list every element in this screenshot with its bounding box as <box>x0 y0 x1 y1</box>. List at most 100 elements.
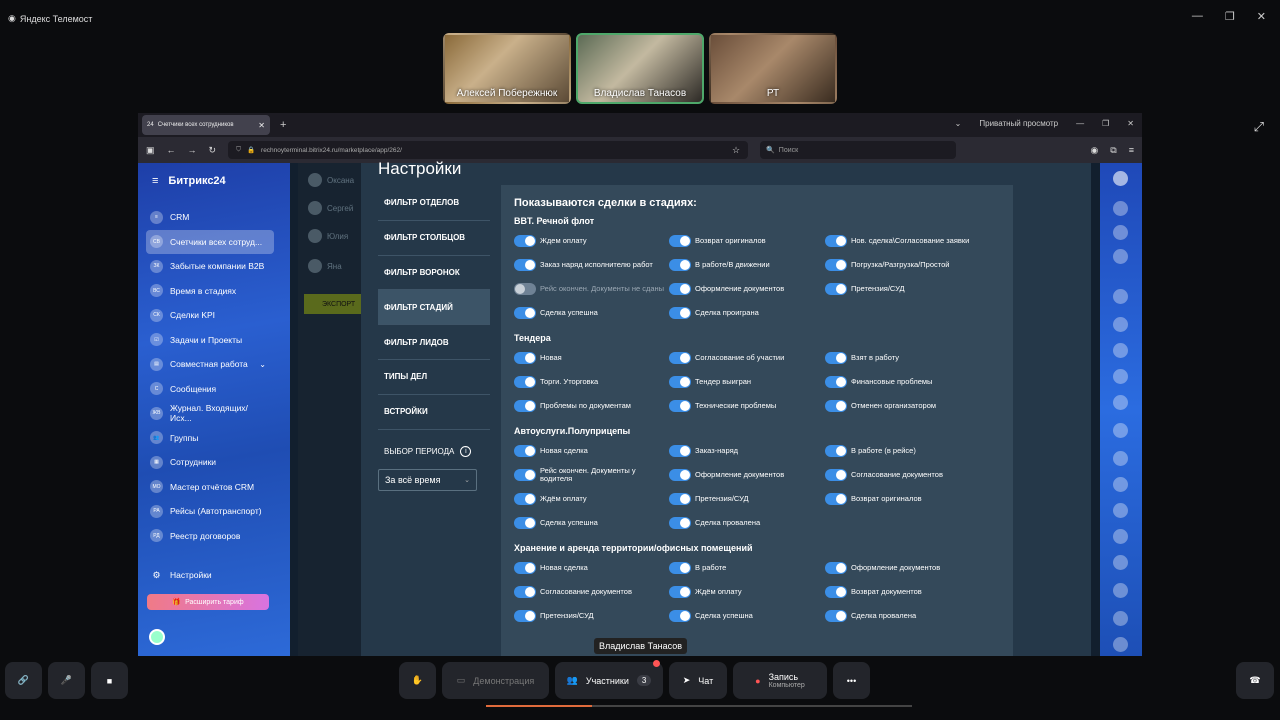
reload-icon[interactable]: ↻ <box>209 145 217 156</box>
stage-toggle[interactable] <box>825 235 847 247</box>
participant-tile[interactable]: Алексей Побережнюк <box>443 33 571 104</box>
stage-toggle[interactable] <box>514 445 536 457</box>
restore-icon[interactable]: ❐ <box>1102 119 1109 128</box>
settings-menu-item[interactable]: ВСТРОЙКИ <box>378 395 490 430</box>
info-icon[interactable]: i <box>460 446 472 457</box>
minimize-icon[interactable]: — <box>1076 119 1084 128</box>
hangup-button[interactable]: ☎ <box>1236 662 1274 699</box>
stage-toggle[interactable] <box>825 445 847 457</box>
avatar[interactable] <box>149 629 165 645</box>
close-tab-icon[interactable]: ✕ <box>258 121 265 130</box>
fullscreen-icon[interactable]: ⤢ <box>1254 119 1264 135</box>
stage-toggle[interactable] <box>514 469 536 481</box>
stage-toggle[interactable] <box>669 259 691 271</box>
settings-menu-item[interactable]: ФИЛЬТР СТОЛБЦОВ <box>378 221 490 256</box>
stage-toggle[interactable] <box>514 352 536 364</box>
sidebar-item[interactable]: РД Реестр договоров <box>138 524 274 549</box>
participant-tile-active[interactable]: Владислав Танасов <box>576 33 704 104</box>
sidebar-item[interactable]: ☑ Задачи и Проекты <box>138 328 274 353</box>
stage-toggle[interactable] <box>514 517 536 529</box>
contact-icon[interactable] <box>1113 503 1128 518</box>
stage-toggle[interactable] <box>514 235 536 247</box>
participants-button[interactable]: 👥 Участники 3 <box>555 660 663 699</box>
contact-icon[interactable] <box>1113 395 1128 410</box>
stage-toggle[interactable] <box>669 586 691 598</box>
stage-toggle[interactable] <box>825 283 847 295</box>
stage-toggle[interactable] <box>825 469 847 481</box>
stage-toggle[interactable] <box>514 307 536 319</box>
stage-toggle[interactable] <box>825 400 847 412</box>
stage-toggle[interactable] <box>669 283 691 295</box>
stage-toggle[interactable] <box>825 562 847 574</box>
sidebar-toggle-icon[interactable]: ▣ <box>146 145 155 156</box>
raise-hand-button[interactable]: ✋ <box>399 662 436 699</box>
sidebar-item[interactable]: ≡ CRM <box>138 205 274 230</box>
contact-icon[interactable] <box>1113 555 1128 570</box>
contact-icon[interactable] <box>1113 611 1128 626</box>
sidebar-item[interactable]: МО Мастер отчётов CRM <box>138 475 274 500</box>
stage-toggle[interactable] <box>669 445 691 457</box>
stage-toggle[interactable] <box>825 610 847 622</box>
sidebar-item[interactable]: ЗК Забытые компании B2B <box>138 254 274 279</box>
sidebar-item[interactable]: ▤ Совместная работа ⌄ <box>138 352 274 377</box>
settings-menu-item[interactable]: ФИЛЬТР ОТДЕЛОВ <box>378 186 490 221</box>
record-button[interactable]: ● Запись Компьютер <box>733 662 827 699</box>
contact-icon[interactable] <box>1113 637 1128 652</box>
stage-toggle[interactable] <box>669 493 691 505</box>
stage-toggle[interactable] <box>825 493 847 505</box>
stage-toggle[interactable] <box>514 493 536 505</box>
sidebar-item[interactable]: ВС Время в стадиях <box>138 279 274 304</box>
sidebar-item-settings[interactable]: ⚙ Настройки <box>138 563 220 588</box>
menu-icon[interactable]: ≡ <box>1129 145 1134 155</box>
restore-icon[interactable]: ❐ <box>1225 10 1235 23</box>
stage-toggle[interactable] <box>514 400 536 412</box>
contact-icon[interactable] <box>1113 477 1128 492</box>
contact-icon[interactable] <box>1113 343 1128 358</box>
more-button[interactable]: ••• <box>833 662 870 699</box>
contact-icon[interactable] <box>1113 583 1128 598</box>
stage-toggle[interactable] <box>514 610 536 622</box>
contact-icon[interactable] <box>1113 529 1128 544</box>
sidebar-item[interactable]: СВ Счетчики всех сотруд... <box>146 229 274 254</box>
list-tabs-icon[interactable]: ⌄ <box>955 119 962 128</box>
stage-toggle[interactable] <box>825 259 847 271</box>
profile-icon[interactable] <box>1113 171 1128 186</box>
camera-button[interactable]: ■ <box>91 662 128 699</box>
close-icon[interactable]: ✕ <box>1127 119 1134 128</box>
contact-icon[interactable] <box>1113 369 1128 384</box>
bookmark-star-icon[interactable]: ☆ <box>732 145 740 156</box>
sidebar-item[interactable]: СК Сделки KPI <box>138 303 274 328</box>
back-icon[interactable]: ← <box>167 145 176 155</box>
stage-toggle[interactable] <box>825 352 847 364</box>
stage-toggle[interactable] <box>669 610 691 622</box>
stage-toggle[interactable] <box>669 400 691 412</box>
stage-toggle[interactable] <box>669 517 691 529</box>
browser-tab[interactable]: 24 Счетчики всех сотрудников ✕ <box>142 115 270 135</box>
stage-toggle[interactable] <box>825 376 847 388</box>
demo-button[interactable]: ▭ Демонстрация <box>442 662 549 699</box>
extensions-icon[interactable]: ⧉ <box>1110 145 1116 156</box>
period-select[interactable]: За всё время ⌄ <box>378 469 477 491</box>
sidebar-item[interactable]: РА Рейсы (Автотранспорт) <box>138 499 274 524</box>
stage-toggle[interactable] <box>669 562 691 574</box>
sidebar-item[interactable]: 👥 Группы <box>138 426 274 451</box>
stage-toggle[interactable] <box>669 235 691 247</box>
sidebar-item[interactable]: С Сообщения <box>138 377 274 402</box>
upgrade-button[interactable]: 🎁 Расширить тариф <box>147 594 269 610</box>
settings-menu-item[interactable]: ТИПЫ ДЕЛ <box>378 360 490 395</box>
settings-menu-item[interactable]: ФИЛЬТР СТАДИЙ <box>378 290 490 326</box>
participant-tile[interactable]: РТ <box>709 33 837 104</box>
search-icon[interactable] <box>1113 249 1128 264</box>
settings-menu-item[interactable]: ФИЛЬТР ВОРОНОК <box>378 256 490 291</box>
new-tab-icon[interactable]: + <box>280 119 286 131</box>
stage-toggle[interactable] <box>669 376 691 388</box>
stage-toggle[interactable] <box>514 259 536 271</box>
address-bar[interactable]: ⛉ 🔒 rechnoyterminal.bitrix24.ru/marketpl… <box>228 141 749 159</box>
mic-button[interactable]: 🎤 <box>48 662 85 699</box>
stage-toggle[interactable] <box>514 376 536 388</box>
support-icon[interactable] <box>1113 225 1128 240</box>
stage-toggle[interactable] <box>514 586 536 598</box>
stage-toggle[interactable] <box>669 352 691 364</box>
link-button[interactable]: 🔗 <box>5 662 42 699</box>
close-icon[interactable]: ✕ <box>1257 10 1266 23</box>
